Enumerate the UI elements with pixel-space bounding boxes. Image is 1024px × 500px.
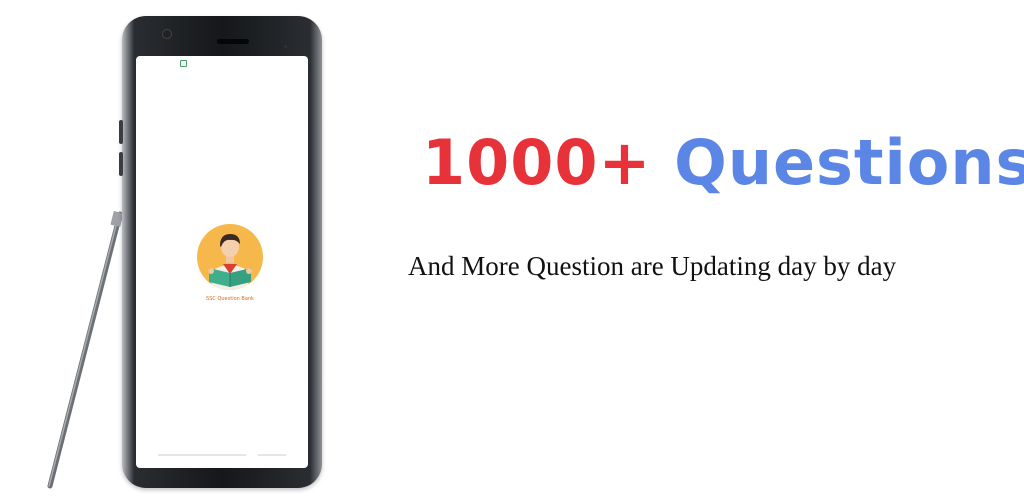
front-camera [162, 29, 172, 39]
student-reading-book-icon [208, 234, 252, 290]
volume-down-button [119, 152, 123, 176]
notification-icon [180, 60, 187, 67]
proximity-sensor [284, 45, 287, 48]
app-logo-caption: SSC Question Bank [206, 296, 254, 302]
headline: 1000+ Questions [422, 118, 1024, 208]
volume-up-button [119, 120, 123, 144]
earpiece-speaker [217, 39, 249, 44]
phone-mockup: SSC Question Bank [122, 16, 322, 488]
phone-screen: SSC Question Bank [136, 56, 308, 468]
subtitle: And More Question are Updating day by da… [408, 251, 897, 281]
gesture-nav-bar [158, 454, 286, 456]
app-logo [197, 224, 263, 290]
headline-word: Questions [674, 126, 1024, 199]
promo-banner: SSC Question Bank 1000+ Questions And Mo… [0, 0, 1024, 500]
headline-number: 1000+ [422, 126, 652, 199]
